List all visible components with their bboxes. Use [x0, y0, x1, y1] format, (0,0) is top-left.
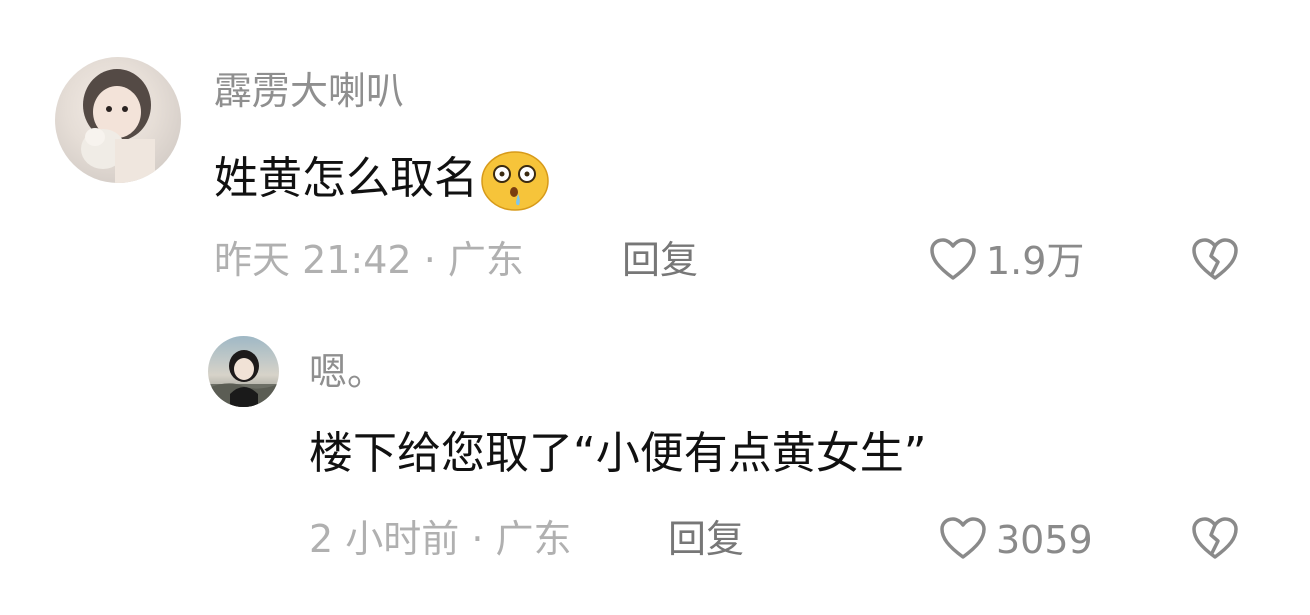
like-button[interactable]: 1.9万 — [928, 236, 1084, 286]
comment-location: 广东 — [447, 238, 524, 282]
reply-username[interactable]: 嗯。 — [309, 353, 385, 391]
reply-button[interactable]: 回复 — [668, 520, 744, 558]
broken-heart-icon — [1190, 236, 1240, 286]
heart-outline-icon — [928, 236, 978, 286]
reply-commenter-avatar[interactable] — [208, 336, 279, 407]
comment-meta: 昨天 21:42 · 广东 — [214, 241, 524, 279]
dislike-button[interactable] — [1190, 236, 1240, 286]
shocked-drooling-emoji-icon — [480, 150, 550, 212]
like-count: 3059 — [996, 518, 1093, 562]
commenter-username[interactable]: 霹雳大喇叭 — [214, 72, 404, 110]
like-button[interactable]: 3059 — [938, 515, 1093, 565]
avatar-image — [208, 350, 279, 407]
meta-separator: · — [423, 238, 436, 282]
heart-outline-icon — [938, 515, 988, 565]
comment-time: 昨天 21:42 — [214, 238, 412, 282]
dislike-button[interactable] — [1190, 515, 1240, 565]
broken-heart-icon — [1190, 515, 1240, 565]
reply-text: 楼下给您取了“小便有点黄女生” — [309, 428, 927, 479]
commenter-avatar[interactable] — [55, 57, 181, 183]
like-count: 1.9万 — [986, 239, 1085, 283]
reply-location: 广东 — [495, 517, 572, 561]
reply-meta: 2 小时前 · 广东 — [309, 520, 572, 558]
reply-button[interactable]: 回复 — [622, 241, 698, 279]
avatar-image — [81, 69, 155, 183]
comment-text: 姓黄怎么取名 — [214, 150, 550, 212]
reply-time: 2 小时前 — [309, 517, 460, 561]
comment-body: 姓黄怎么取名 — [214, 153, 478, 204]
meta-separator: · — [471, 517, 484, 561]
